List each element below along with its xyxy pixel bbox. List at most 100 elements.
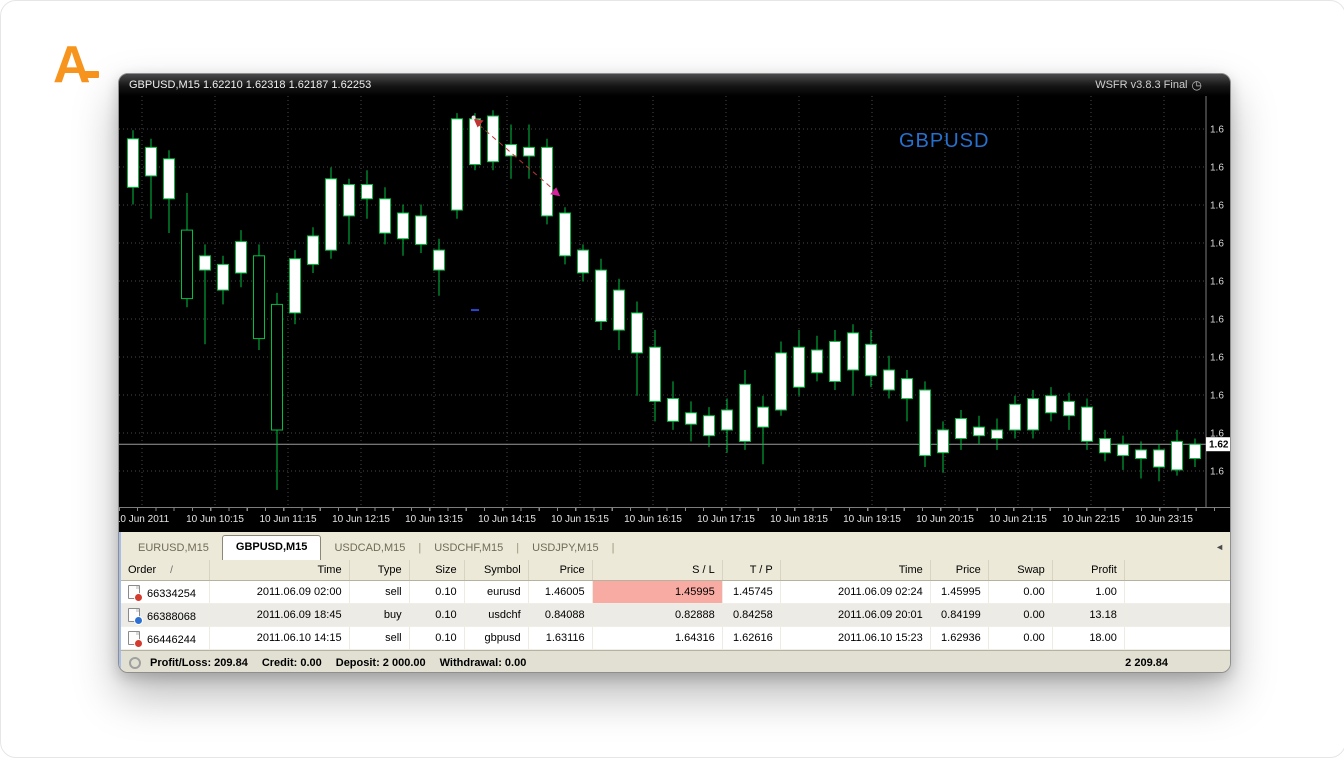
time-axis-label: 10 Jun 17:15 (697, 514, 755, 525)
candle (848, 324, 859, 395)
price-chart-canvas[interactable]: 1.61.61.61.61.61.61.61.61.61.61.62 (119, 96, 1231, 507)
column-header-tp[interactable]: T / P (722, 560, 780, 581)
candle (344, 179, 355, 245)
candle (704, 407, 715, 447)
signal-dot (472, 116, 476, 120)
balance-total: 2 209.84 (1125, 657, 1230, 669)
column-header-time2[interactable]: Time (780, 560, 930, 581)
column-header-price2[interactable]: Price (930, 560, 988, 581)
cell-time: 2011.06.10 14:15 (209, 627, 349, 650)
candle (272, 293, 283, 490)
candle (128, 130, 139, 204)
cell-sl: 1.64316 (592, 627, 722, 650)
tab-usdcad-m15[interactable]: USDCAD,M15 (321, 538, 418, 560)
candle (920, 381, 931, 467)
cell-type: sell (349, 581, 409, 604)
cell-time: 2011.06.09 02:00 (209, 581, 349, 604)
tab-gbpusd-m15[interactable]: GBPUSD,M15 (222, 535, 322, 560)
price-axis-label: 1.6 (1210, 353, 1224, 364)
time-axis-label: 10 Jun 10:15 (186, 514, 244, 525)
candle (362, 170, 373, 219)
time-axis-label: 10 Jun 12:15 (332, 514, 390, 525)
candle (1190, 439, 1201, 468)
cell-filler (1124, 581, 1231, 604)
time-axis-label: 10 Jun 18:15 (770, 514, 828, 525)
column-header-profit[interactable]: Profit (1052, 560, 1124, 581)
candle (1064, 393, 1075, 430)
cell-swap: 0.00 (988, 604, 1052, 627)
cell-price: 0.84088 (528, 604, 592, 627)
tab-scroll-left-icon[interactable]: ◄ (1215, 542, 1224, 552)
cell-time: 2011.06.09 18:45 (209, 604, 349, 627)
page-background: A GBPUSD,M15 1.62210 1.62318 1.62187 1.6… (0, 0, 1344, 758)
candle (902, 370, 913, 421)
candle (884, 356, 895, 399)
column-header-price[interactable]: Price (528, 560, 592, 581)
status-item: Profit/Loss: 209.84 (150, 657, 248, 669)
cell-profit: 13.18 (1052, 604, 1124, 627)
candle (812, 336, 823, 382)
time-axis-ticks (119, 508, 1230, 511)
brand-logo-bar (81, 71, 99, 78)
status-item: Credit: 0.00 (262, 657, 322, 669)
table-header-row: Order/TimeTypeSizeSymbolPriceS / LT / PT… (121, 560, 1231, 581)
price-axis-label: 1.6 (1210, 163, 1224, 174)
candle (1172, 430, 1183, 476)
candle (542, 139, 553, 225)
column-header-type[interactable]: Type (349, 560, 409, 581)
cell-price2: 1.45995 (930, 581, 988, 604)
price-axis-label: 1.6 (1210, 277, 1224, 288)
status-item: Withdrawal: 0.00 (440, 657, 527, 669)
cell-price2: 1.62936 (930, 627, 988, 650)
brand-logo: A (53, 39, 99, 91)
cell-swap: 0.00 (988, 627, 1052, 650)
candle (776, 342, 787, 416)
candle (254, 244, 265, 350)
candle (488, 110, 499, 170)
time-axis: 10 Jun 201110 Jun 10:1510 Jun 11:1510 Ju… (119, 507, 1230, 532)
order-row[interactable]: 663880682011.06.09 18:45buy0.10usdchf0.8… (121, 604, 1231, 627)
cell-swap: 0.00 (988, 581, 1052, 604)
chart-tab-bar: EURUSD,M15GBPUSD,M15USDCAD,M15 | USDCHF,M1… (119, 532, 1230, 560)
cell-order: 66334254 (121, 581, 209, 604)
column-header-symbol[interactable]: Symbol (464, 560, 528, 581)
order-row[interactable]: 664462442011.06.10 14:15sell0.10gbpusd1.… (121, 627, 1231, 650)
column-header-time[interactable]: Time (209, 560, 349, 581)
candle (650, 330, 661, 421)
candle (938, 421, 949, 472)
symbol-watermark: GBPUSD (899, 130, 989, 153)
cell-profit: 18.00 (1052, 627, 1124, 650)
tab-usdjpy-m15[interactable]: USDJPY,M15 (519, 538, 611, 560)
orders-table: Order/TimeTypeSizeSymbolPriceS / LT / PT… (121, 560, 1231, 650)
candle (200, 244, 211, 344)
chart-ohlc-title: GBPUSD,M15 1.62210 1.62318 1.62187 1.622… (129, 79, 371, 91)
candle (1082, 399, 1093, 450)
candle (164, 150, 175, 233)
candle (992, 419, 1003, 450)
tab-separator: | (612, 542, 615, 560)
candle (740, 370, 751, 450)
tab-eurusd-m15[interactable]: EURUSD,M15 (125, 538, 222, 560)
order-row[interactable]: 663342542011.06.09 02:00sell0.10eurusd1.… (121, 581, 1231, 604)
cell-tp: 1.62616 (722, 627, 780, 650)
time-axis-label: 10 Jun 22:15 (1062, 514, 1120, 525)
column-header-order[interactable]: Order/ (121, 560, 209, 581)
cell-symbol: eurusd (464, 581, 528, 604)
tab-usdchf-m15[interactable]: USDCHF,M15 (421, 538, 516, 560)
time-axis-label: 10 Jun 2011 (119, 514, 169, 525)
column-header-sl[interactable]: S / L (592, 560, 722, 581)
chart-plot[interactable]: GBPUSD 1.61.61.61.61.61.61.61.61.61.61.6… (119, 96, 1231, 507)
cell-symbol: usdchf (464, 604, 528, 627)
candle (1136, 441, 1147, 478)
column-header-size[interactable]: Size (409, 560, 464, 581)
candle (434, 239, 445, 296)
column-header-swap[interactable]: Swap (988, 560, 1052, 581)
candle (596, 259, 607, 330)
candle (146, 139, 157, 219)
candle (416, 205, 427, 254)
connection-status-icon (129, 657, 141, 669)
cell-sl: 1.45995 (592, 581, 722, 604)
order-sell-icon (128, 631, 140, 645)
candle (524, 125, 535, 179)
time-axis-label: 10 Jun 15:15 (551, 514, 609, 525)
